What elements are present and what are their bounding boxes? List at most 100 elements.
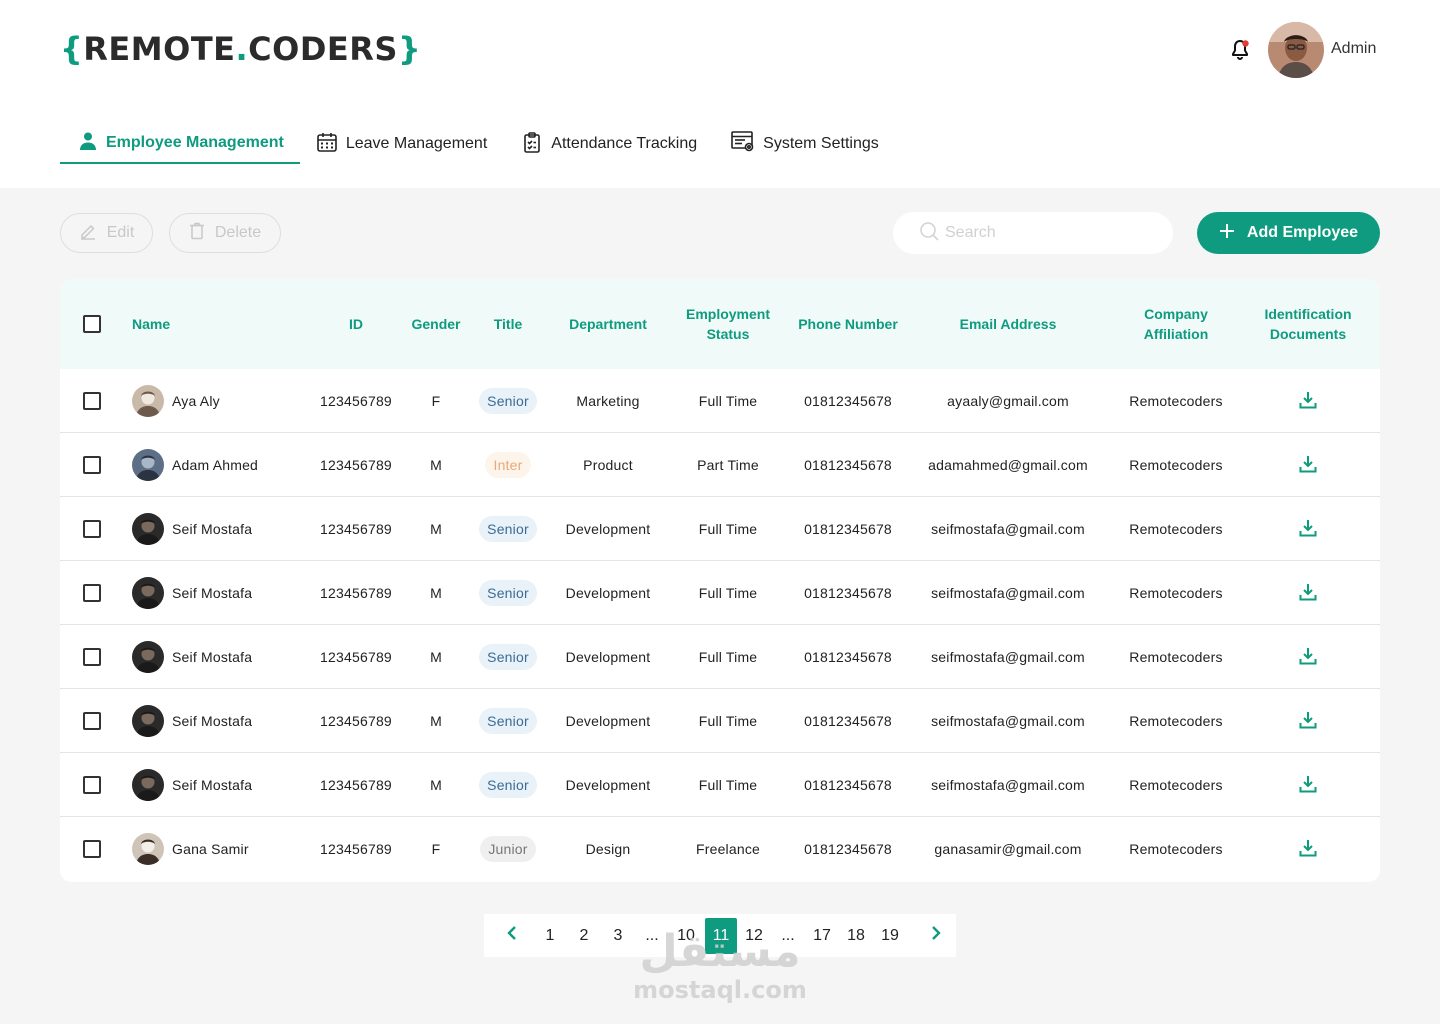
column-header-company-affiliation[interactable]: Company Affiliation xyxy=(1126,279,1226,369)
cell-name: Seif Mostafa xyxy=(132,625,308,689)
table-row[interactable]: Seif Mostafa 123456789 M Senior Development F… xyxy=(60,689,1380,753)
tab-attendance-tracking[interactable]: Attendance Tracking xyxy=(521,124,697,164)
row-checkbox[interactable] xyxy=(83,776,101,794)
user-name: Admin xyxy=(1331,40,1377,57)
cell-title: Junior xyxy=(472,817,544,881)
download-document-button[interactable] xyxy=(1248,369,1368,433)
tab-label: Attendance Tracking xyxy=(551,135,698,152)
download-document-button[interactable] xyxy=(1248,433,1368,497)
cell-company-affiliation: Remotecoders xyxy=(1129,777,1223,793)
column-header-gender[interactable]: Gender xyxy=(404,279,468,369)
row-checkbox[interactable] xyxy=(83,648,101,666)
cell-gender: F xyxy=(431,393,441,409)
delete-label: Delete xyxy=(214,224,262,241)
column-header-name[interactable]: Name xyxy=(132,279,252,369)
employee-name: Gana Samir xyxy=(172,841,249,857)
page-1-button[interactable]: 1 xyxy=(534,914,566,957)
column-header-title[interactable]: Title xyxy=(472,279,544,369)
previous-page-button[interactable] xyxy=(500,914,524,957)
cell-employment-status: Full Time xyxy=(698,521,758,537)
cell-department: Product xyxy=(583,457,633,473)
cell-email-address: adamahmed@gmail.com xyxy=(928,457,1088,473)
download-document-button[interactable] xyxy=(1248,689,1368,753)
notification-bell-icon[interactable] xyxy=(1228,38,1252,62)
column-header-identification-documents[interactable]: Identification Documents xyxy=(1248,279,1368,369)
row-checkbox[interactable] xyxy=(83,840,101,858)
main-nav-tabs: Employee Management Leave Management Att… xyxy=(60,124,879,164)
user-avatar[interactable] xyxy=(1268,22,1324,78)
cell-email-address: seifmostafa@gmail.com xyxy=(931,585,1085,601)
page-19-button[interactable]: 19 xyxy=(874,914,906,957)
employee-avatar xyxy=(132,577,164,609)
download-document-button[interactable] xyxy=(1248,561,1368,625)
cell-email-address: ganasamir@gmail.com xyxy=(934,841,1082,857)
page-2-button[interactable]: 2 xyxy=(568,914,600,957)
cell-department: Development xyxy=(565,713,651,729)
page-18-button[interactable]: 18 xyxy=(840,914,872,957)
table-row[interactable]: Aya Aly 123456789 F Senior Marketing Full Tim… xyxy=(60,369,1380,433)
logo[interactable]: {REMOTE.CODERS} xyxy=(60,30,421,68)
download-icon xyxy=(1299,519,1317,540)
column-header-employment-status[interactable]: Employment Status xyxy=(674,279,782,369)
cell-company-affiliation: Remotecoders xyxy=(1129,649,1223,665)
logo-close-brace: } xyxy=(397,30,422,68)
cell-phone-number: 01812345678 xyxy=(804,585,892,601)
plus-icon xyxy=(1219,223,1247,244)
title-badge: Senior xyxy=(479,388,537,414)
cell-gender: M xyxy=(430,649,442,665)
table-row[interactable]: Gana Samir 123456789 F Junior Design Freelanc… xyxy=(60,817,1380,881)
table-row[interactable]: Adam Ahmed 123456789 M Inter Product Part Tim… xyxy=(60,433,1380,497)
tab-employee-management[interactable]: Employee Management xyxy=(60,124,300,164)
table-row[interactable]: Seif Mostafa 123456789 M Senior Development F… xyxy=(60,625,1380,689)
title-badge: Senior xyxy=(479,580,537,606)
cell-title: Senior xyxy=(472,497,544,561)
cell-company-affiliation: Remotecoders xyxy=(1129,713,1223,729)
download-document-button[interactable] xyxy=(1248,817,1368,881)
cell-gender: M xyxy=(430,585,442,601)
row-checkbox[interactable] xyxy=(83,456,101,474)
tab-leave-management[interactable]: Leave Management xyxy=(316,124,487,164)
table-row[interactable]: Seif Mostafa 123456789 M Senior Development F… xyxy=(60,561,1380,625)
cell-gender: M xyxy=(430,521,442,537)
cell-title: Senior xyxy=(472,753,544,817)
row-checkbox[interactable] xyxy=(83,520,101,538)
employee-name: Seif Mostafa xyxy=(172,713,253,729)
cell-title: Inter xyxy=(472,433,544,497)
employee-avatar xyxy=(132,385,164,417)
row-checkbox[interactable] xyxy=(83,712,101,730)
employee-name: Seif Mostafa xyxy=(172,521,253,537)
next-page-button[interactable] xyxy=(924,914,948,957)
settings-panel-icon xyxy=(731,130,763,158)
column-header-department[interactable]: Department xyxy=(548,279,668,369)
table-row[interactable]: Seif Mostafa 123456789 M Senior Development F… xyxy=(60,753,1380,817)
logo-dot: . xyxy=(235,30,249,68)
search-input[interactable] xyxy=(945,224,1145,242)
download-document-button[interactable] xyxy=(1248,625,1368,689)
top-bar: {REMOTE.CODERS} Admin Employee Managemen… xyxy=(0,0,1440,188)
cell-email-address: seifmostafa@gmail.com xyxy=(931,777,1085,793)
download-document-button[interactable] xyxy=(1248,497,1368,561)
select-all-checkbox[interactable] xyxy=(83,315,101,333)
add-employee-button[interactable]: Add Employee xyxy=(1197,212,1380,254)
cell-company-affiliation: Remotecoders xyxy=(1129,393,1223,409)
row-checkbox[interactable] xyxy=(83,584,101,602)
calendar-icon xyxy=(316,131,346,158)
row-checkbox[interactable] xyxy=(83,392,101,410)
cell-company-affiliation: Remotecoders xyxy=(1129,521,1223,537)
page-3-button[interactable]: 3 xyxy=(602,914,634,957)
delete-button[interactable]: Delete xyxy=(169,213,281,253)
cell-gender: M xyxy=(430,713,442,729)
edit-button[interactable]: Edit xyxy=(60,213,153,253)
column-header-phone-number[interactable]: Phone Number xyxy=(788,279,908,369)
download-document-button[interactable] xyxy=(1248,753,1368,817)
cell-title: Senior xyxy=(472,625,544,689)
cell-employment-status: Part Time xyxy=(697,457,759,473)
employee-name: Seif Mostafa xyxy=(172,649,253,665)
cell-email-address: seifmostafa@gmail.com xyxy=(931,713,1085,729)
tab-system-settings[interactable]: System Settings xyxy=(731,124,879,164)
table-row[interactable]: Seif Mostafa 123456789 M Senior Development F… xyxy=(60,497,1380,561)
column-header-email-address[interactable]: Email Address xyxy=(918,279,1098,369)
page-17-button[interactable]: 17 xyxy=(806,914,838,957)
column-header-id[interactable]: ID xyxy=(308,279,404,369)
employee-avatar xyxy=(132,705,164,737)
